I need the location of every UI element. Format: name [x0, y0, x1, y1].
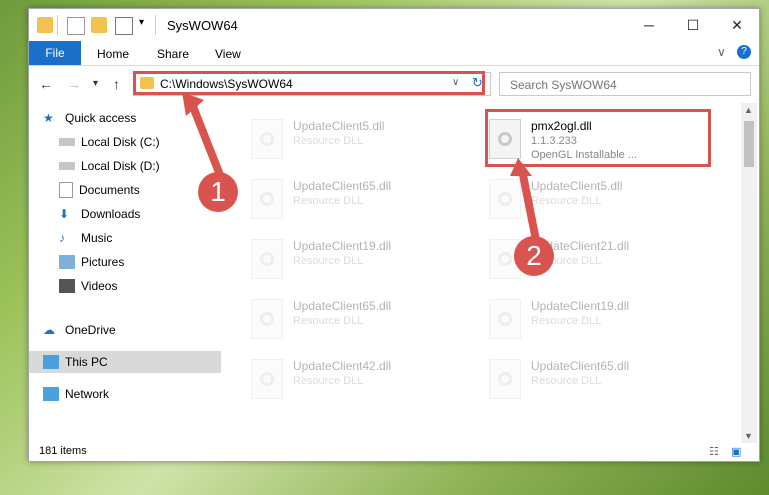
- annotation-badge-1: 1: [198, 172, 238, 212]
- annotation-badge-2: 2: [514, 236, 554, 276]
- annotation-arrows: [182, 92, 542, 254]
